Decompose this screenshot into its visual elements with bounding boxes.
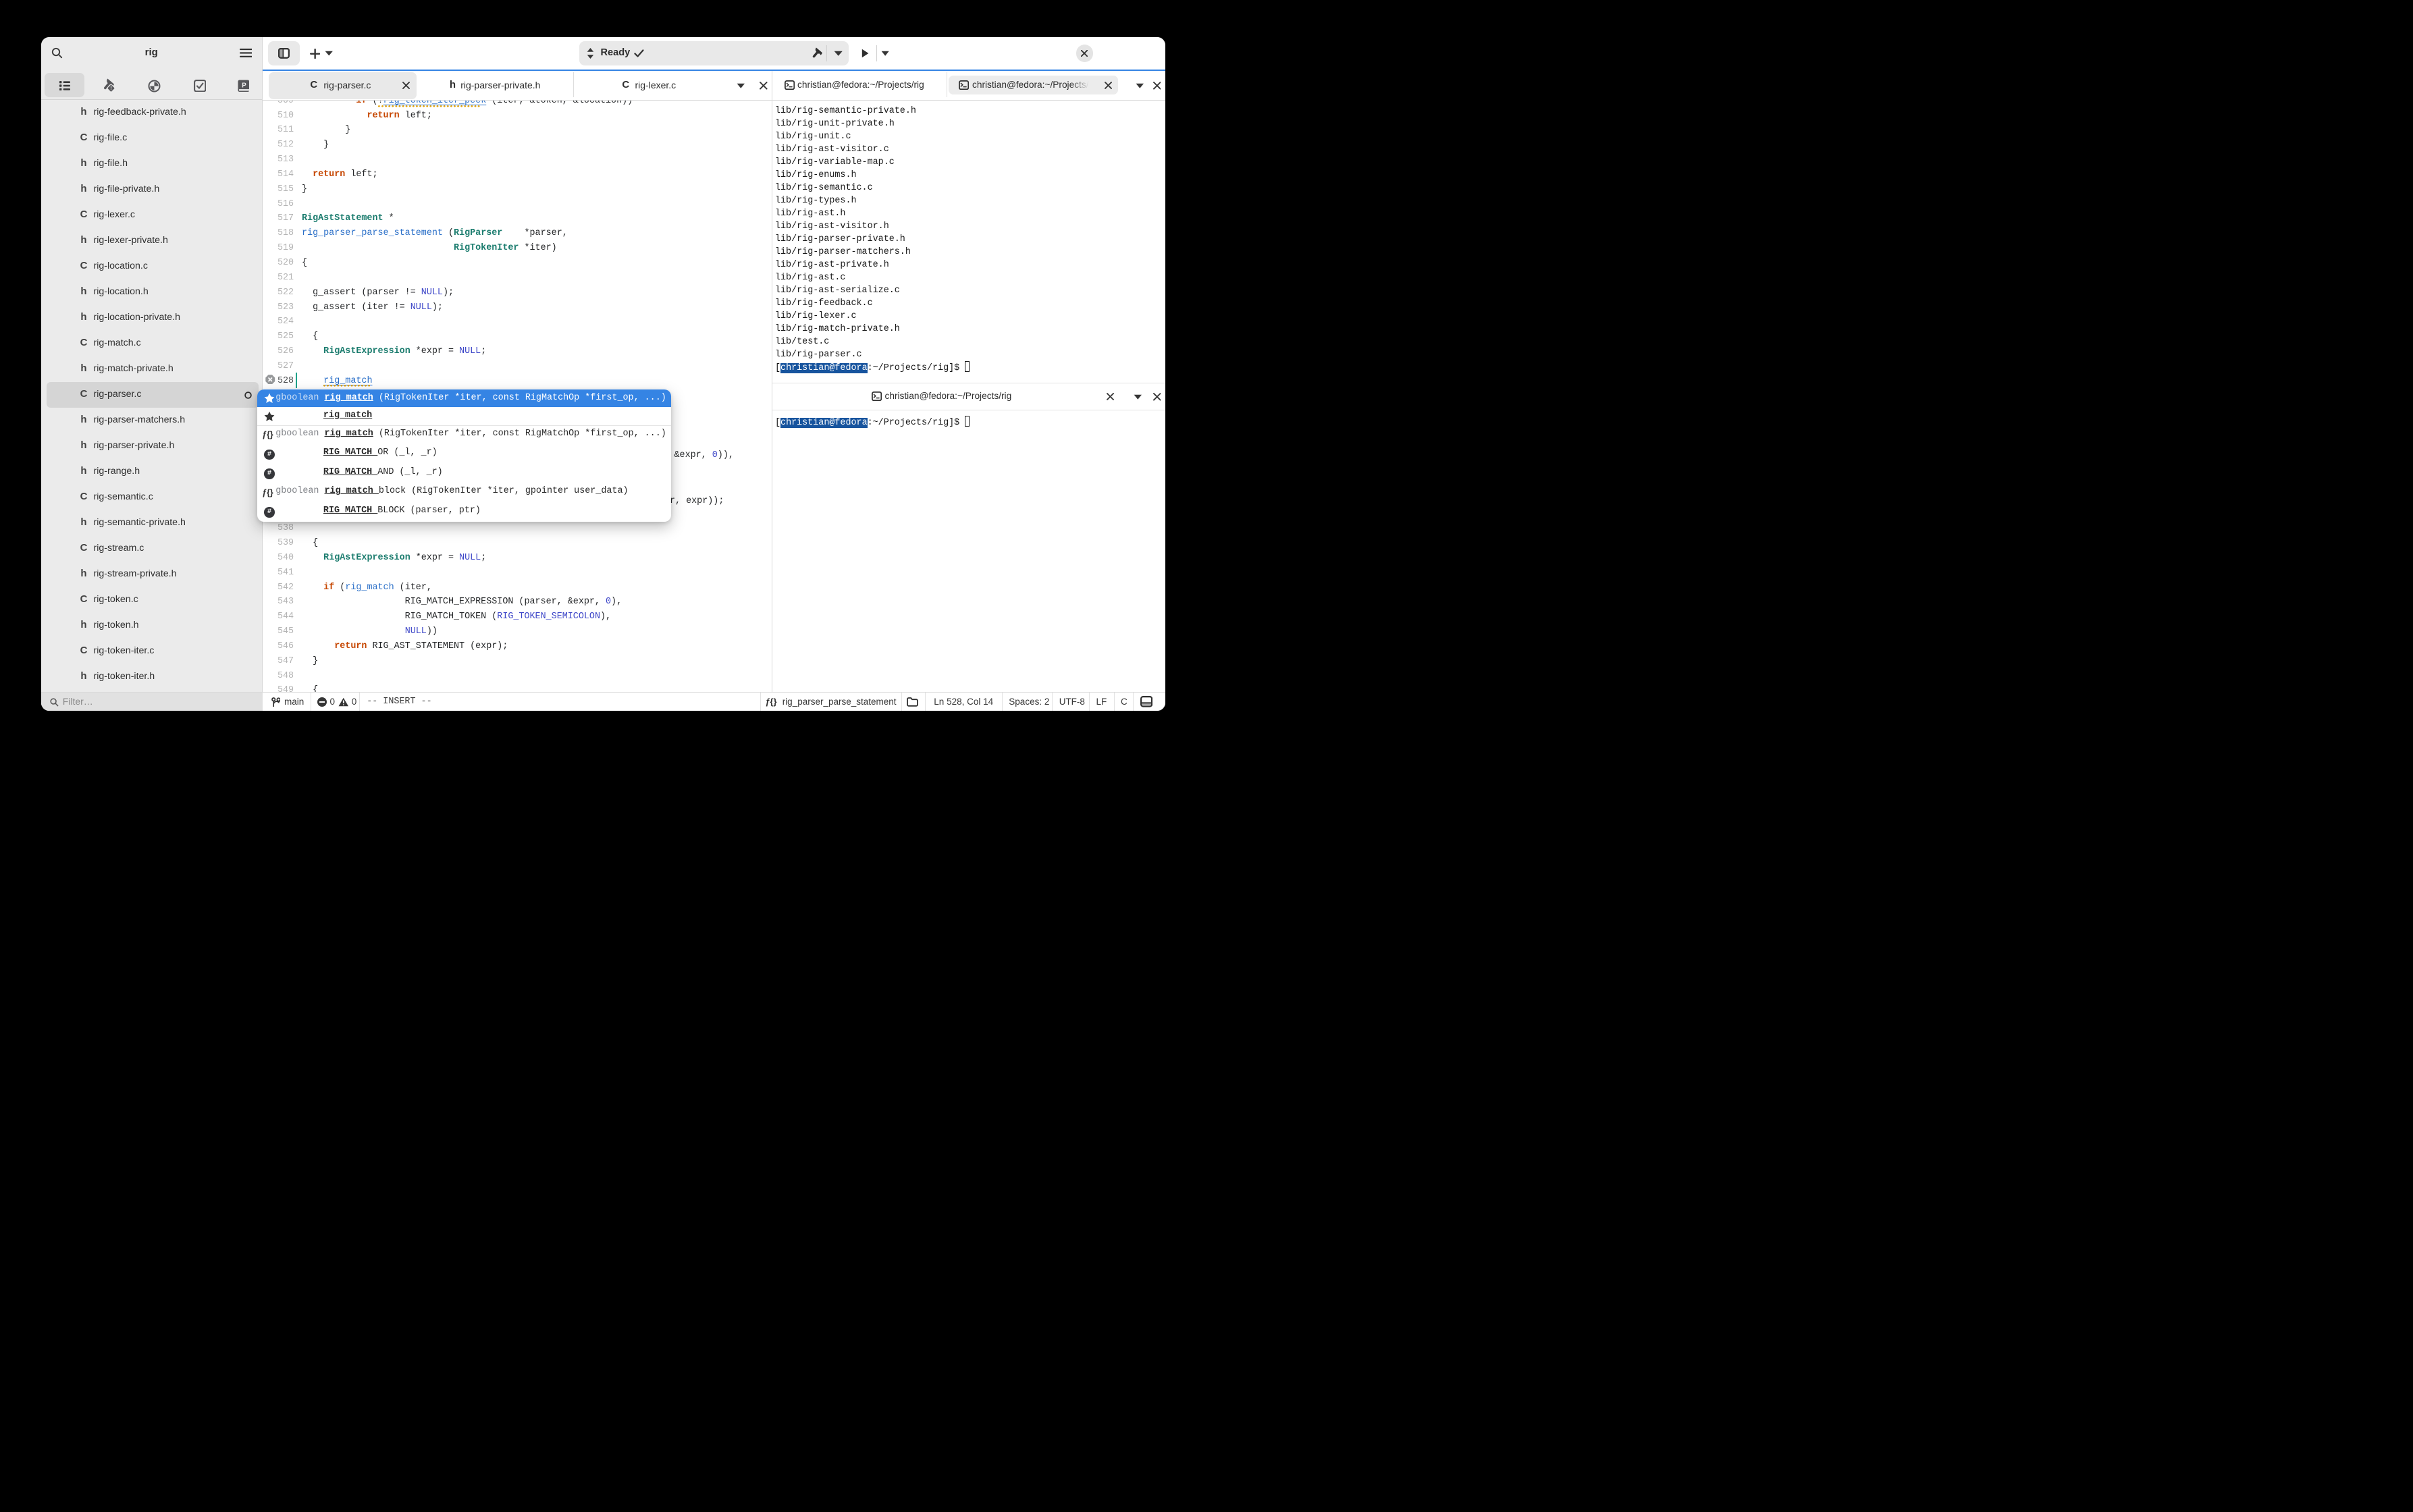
- svg-text:P: P: [242, 82, 246, 89]
- svg-text:!: !: [110, 85, 112, 91]
